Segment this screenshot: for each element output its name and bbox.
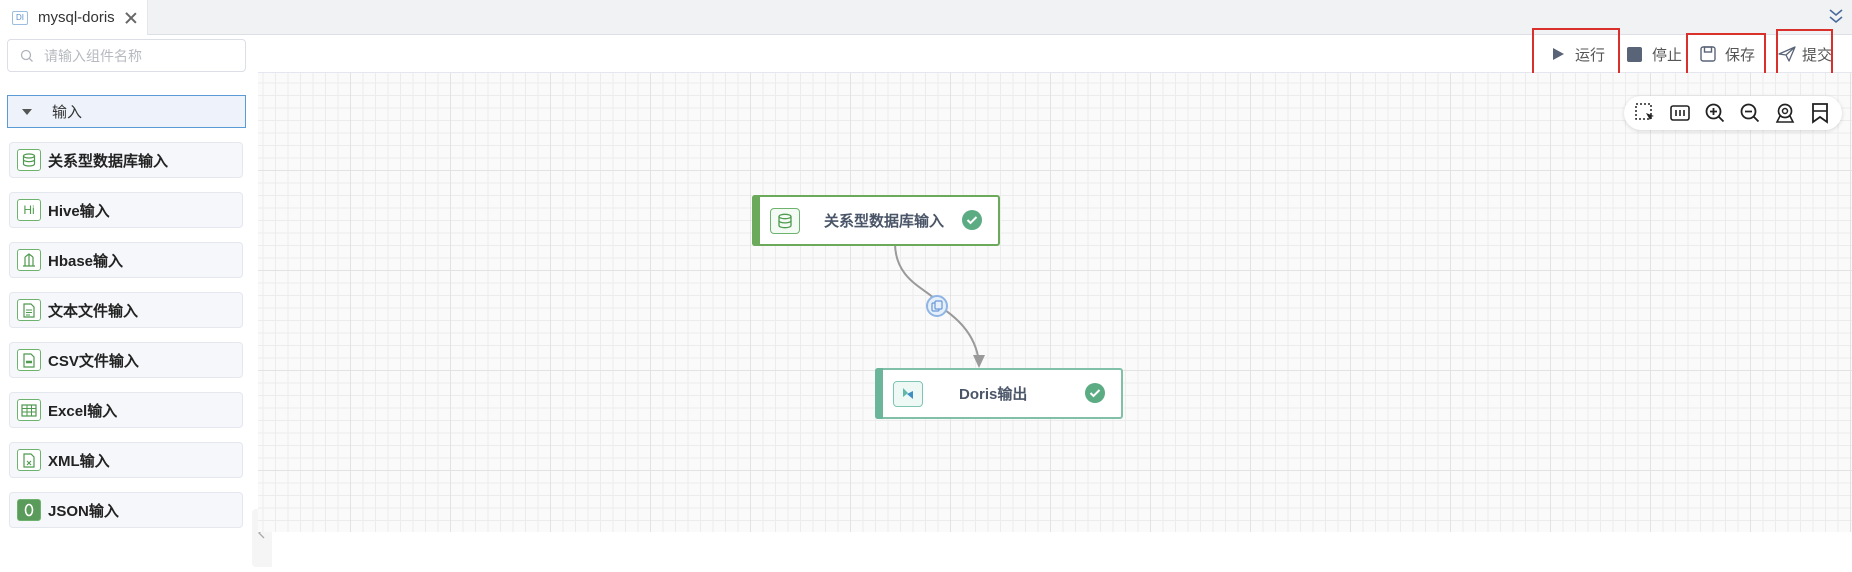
component-label: JSON输入 xyxy=(48,502,119,520)
locate-icon[interactable] xyxy=(1773,101,1797,125)
double-chevron-down-icon[interactable] xyxy=(1828,7,1844,25)
edge-copy-icon[interactable] xyxy=(926,295,948,317)
fit-view-icon[interactable] xyxy=(1668,101,1692,125)
data-integration-icon: DI xyxy=(12,10,28,25)
flow-node-relational-db-input[interactable]: 关系型数据库输入 xyxy=(752,195,1000,246)
component-search[interactable] xyxy=(7,39,246,72)
json-icon xyxy=(17,499,41,521)
caret-down-icon xyxy=(22,108,32,115)
node-label: Doris输出 xyxy=(959,386,1028,403)
component-sidebar: 输入 关系型数据库输入 Hi Hive输入 Hbase输入 文本文件输入 CSV… xyxy=(0,35,272,567)
search-input[interactable] xyxy=(44,47,234,64)
component-label: Hbase输入 xyxy=(48,252,124,270)
highlight-box-submit xyxy=(1776,29,1833,78)
node-status-bar xyxy=(752,195,760,246)
zoom-out-icon[interactable] xyxy=(1738,101,1762,125)
search-icon xyxy=(20,49,33,62)
database-icon xyxy=(770,207,800,234)
select-area-icon[interactable] xyxy=(1633,101,1657,125)
component-label: 关系型数据库输入 xyxy=(48,152,169,170)
text-file-icon xyxy=(17,299,41,321)
tab-label: mysql-doris xyxy=(38,9,115,26)
node-status-bar xyxy=(875,368,883,419)
flow-canvas[interactable] xyxy=(258,73,1852,532)
component-xml-input[interactable]: XML输入 xyxy=(9,442,243,478)
stop-icon xyxy=(1627,46,1642,62)
component-label: XML输入 xyxy=(48,452,110,470)
hbase-icon xyxy=(17,249,41,271)
highlight-box-save xyxy=(1686,33,1766,75)
component-label: CSV文件输入 xyxy=(48,352,139,370)
node-label: 关系型数据库输入 xyxy=(824,213,945,230)
component-label: Excel输入 xyxy=(48,402,118,420)
close-icon[interactable] xyxy=(125,12,137,24)
component-label: Hive输入 xyxy=(48,202,110,220)
bookmark-icon[interactable] xyxy=(1808,101,1832,125)
component-json-input[interactable]: JSON输入 xyxy=(9,492,243,528)
component-label: 文本文件输入 xyxy=(48,302,139,320)
stop-label: 停止 xyxy=(1652,46,1683,64)
excel-table-icon xyxy=(17,399,41,421)
component-hbase-input[interactable]: Hbase输入 xyxy=(9,242,243,278)
component-relational-db-input[interactable]: 关系型数据库输入 xyxy=(9,142,243,178)
component-hive-input[interactable]: Hi Hive输入 xyxy=(9,192,243,228)
component-text-file-input[interactable]: 文本文件输入 xyxy=(9,292,243,328)
database-icon xyxy=(17,149,41,171)
stop-button[interactable]: 停止 xyxy=(1627,35,1682,73)
group-input-header[interactable]: 输入 xyxy=(7,95,246,128)
component-excel-input[interactable]: Excel输入 xyxy=(9,392,243,428)
canvas-toolbar xyxy=(1624,96,1842,130)
component-csv-file-input[interactable]: CSV文件输入 xyxy=(9,342,243,378)
group-label: 输入 xyxy=(52,104,83,121)
doris-icon xyxy=(893,380,923,407)
check-circle-icon xyxy=(1085,383,1105,403)
flow-node-doris-output[interactable]: Doris输出 xyxy=(875,368,1123,419)
hive-icon: Hi xyxy=(17,199,41,221)
xml-file-icon xyxy=(17,449,41,471)
zoom-in-icon[interactable] xyxy=(1703,101,1727,125)
csv-file-icon xyxy=(17,349,41,371)
tab-mysql-doris[interactable]: DI mysql-doris xyxy=(0,0,148,35)
check-circle-icon xyxy=(962,210,982,230)
